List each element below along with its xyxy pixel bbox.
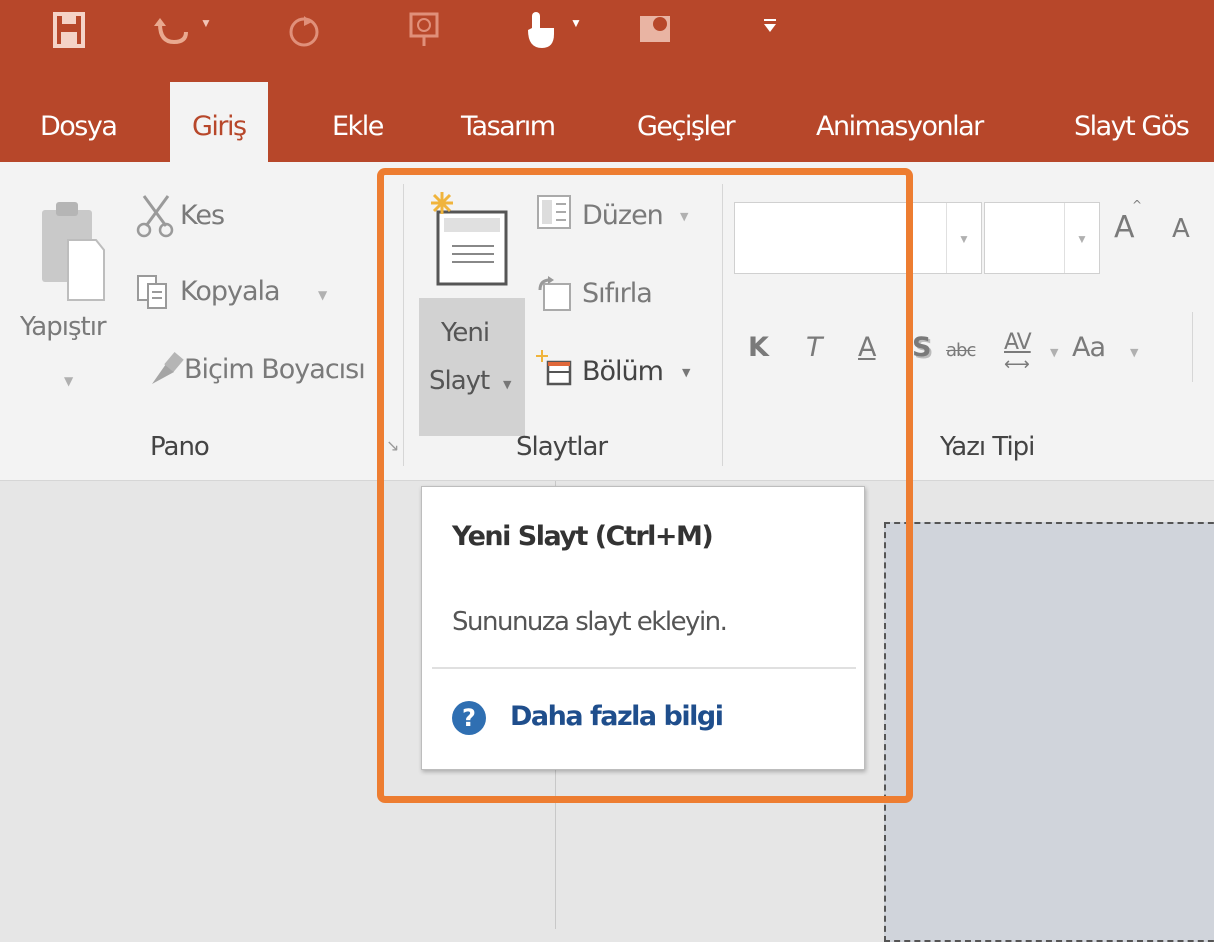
paste-button-label[interactable]: Yapıştır — [20, 312, 107, 342]
slide-canvas[interactable] — [884, 522, 1214, 942]
tab-ekle[interactable]: Ekle — [332, 80, 384, 162]
paste-icon[interactable] — [38, 194, 108, 308]
chevron-down-icon: ▼ — [946, 203, 981, 273]
group-separator — [1192, 312, 1193, 382]
copy-button[interactable]: Kopyala — [180, 276, 281, 307]
undo-icon[interactable] — [154, 10, 190, 50]
tab-dosya[interactable]: Dosya — [40, 80, 118, 162]
copy-dropdown-icon[interactable]: ▼ — [318, 288, 327, 302]
character-spacing-button[interactable]: AV — [1004, 330, 1032, 355]
customize-quick-access-icon[interactable] — [762, 10, 778, 50]
save-icon[interactable] — [52, 10, 86, 50]
change-case-button[interactable]: Aa — [1072, 332, 1106, 363]
cut-button[interactable]: Kes — [180, 200, 225, 231]
grow-font-button[interactable]: A — [1114, 210, 1135, 245]
group-label-pano: Pano — [150, 432, 210, 462]
tab-slayt-gosterisi[interactable]: Slayt Gös — [1074, 80, 1190, 162]
spacing-arrows-icon: ⟷ — [1004, 354, 1030, 375]
undo-dropdown-icon[interactable]: ▼ — [200, 16, 212, 30]
ribbon-tabs: Dosya Giriş Ekle Tasarım Geçişler Animas… — [0, 80, 1214, 164]
paste-dropdown-icon[interactable]: ▼ — [64, 374, 73, 388]
tab-giris[interactable]: Giriş — [170, 82, 268, 164]
tab-gecisler[interactable]: Geçişler — [637, 80, 736, 162]
touch-mode-dropdown-icon[interactable]: ▼ — [570, 16, 582, 30]
touch-mode-icon[interactable] — [520, 10, 560, 50]
tab-tasarim[interactable]: Tasarım — [461, 80, 556, 162]
record-icon[interactable] — [636, 10, 676, 50]
shadow-button[interactable]: S — [912, 332, 931, 363]
group-label-yazi-tipi: Yazı Tipi — [940, 432, 1035, 462]
redo-icon[interactable] — [286, 10, 322, 50]
shrink-font-button[interactable]: A — [1172, 214, 1190, 244]
cut-icon[interactable] — [136, 192, 176, 244]
start-slideshow-icon[interactable] — [408, 10, 442, 50]
grow-font-caret-icon: ^ — [1132, 198, 1142, 212]
spacing-dropdown-icon[interactable]: ▼ — [1050, 346, 1059, 359]
title-bar: ▼ ▼ — [0, 0, 1214, 80]
copy-icon[interactable] — [136, 274, 170, 314]
format-painter-button[interactable]: Biçim Boyacısı — [184, 354, 366, 385]
chevron-down-icon: ▼ — [1064, 203, 1099, 273]
change-case-dropdown-icon[interactable]: ▼ — [1130, 346, 1139, 359]
tab-animasyonlar[interactable]: Animasyonlar — [816, 80, 984, 162]
highlight-box — [377, 168, 913, 803]
format-painter-icon[interactable] — [148, 352, 184, 392]
strikethrough-button[interactable]: abc — [946, 340, 976, 361]
font-size-select[interactable]: ▼ — [984, 202, 1100, 274]
